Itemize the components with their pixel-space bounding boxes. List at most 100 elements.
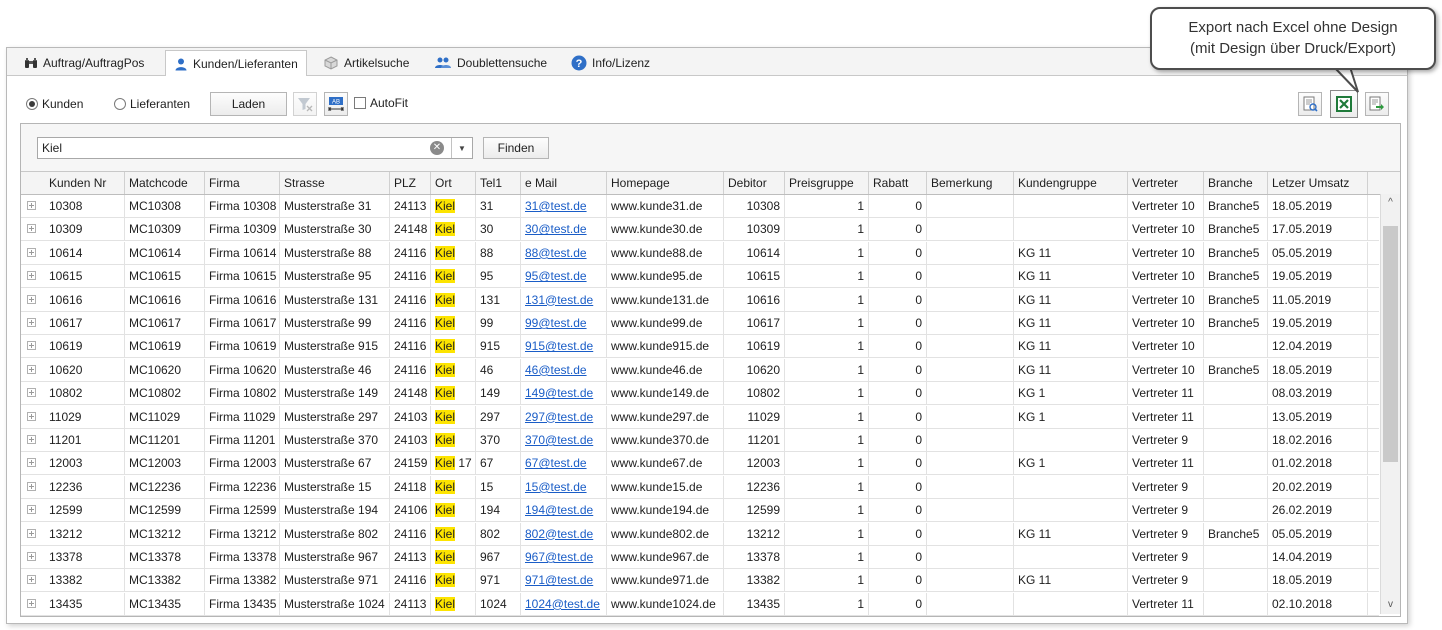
- table-row[interactable]: 13212 MC13212 Firma 13212 Musterstraße 802 2…: [21, 522, 1379, 546]
- column-header[interactable]: Kunden Nr: [45, 172, 125, 194]
- email-link[interactable]: 30@test.de: [525, 222, 587, 236]
- table-row[interactable]: 11201 MC11201 Firma 11201 Musterstraße 370 2…: [21, 429, 1379, 452]
- expand-row-icon[interactable]: [27, 528, 36, 538]
- table-row[interactable]: 13382 MC13382 Firma 13382 Musterstraße 971 2…: [21, 569, 1379, 593]
- expand-row-icon[interactable]: [27, 411, 36, 421]
- email-link[interactable]: 370@test.de: [525, 433, 593, 447]
- table-cell: 24103: [390, 405, 431, 428]
- expand-row-icon[interactable]: [27, 364, 36, 374]
- table-row[interactable]: 10309 MC10309 Firma 10309 Musterstraße 30 24…: [21, 218, 1379, 242]
- table-row[interactable]: 11029 MC11029 Firma 11029 Musterstraße 297 2…: [21, 405, 1379, 429]
- search-input[interactable]: [38, 140, 434, 156]
- column-header[interactable]: Rabatt: [869, 172, 927, 194]
- table-row[interactable]: 10802 MC10802 Firma 10802 Musterstraße 149 2…: [21, 382, 1379, 406]
- tab-doublettensuche[interactable]: Doublettensuche: [425, 50, 556, 74]
- email-link[interactable]: 31@test.de: [525, 199, 587, 213]
- email-link[interactable]: 194@test.de: [525, 503, 593, 517]
- autofit-checkbox[interactable]: AutoFit: [354, 96, 408, 110]
- column-header[interactable]: Matchcode: [125, 172, 205, 194]
- scroll-down-icon[interactable]: v: [1381, 596, 1400, 614]
- column-header[interactable]: Ort: [431, 172, 476, 194]
- column-header[interactable]: Letzer Umsatz: [1268, 172, 1368, 194]
- column-header[interactable]: PLZ: [390, 172, 431, 194]
- scroll-up-icon[interactable]: ^: [1381, 194, 1400, 212]
- load-button[interactable]: Laden: [210, 92, 287, 116]
- expand-row-icon[interactable]: [27, 598, 36, 608]
- expand-row-icon[interactable]: [27, 552, 36, 561]
- email-link[interactable]: 971@test.de: [525, 573, 593, 587]
- tab-info[interactable]: ? Info/Lizenz: [562, 50, 659, 74]
- search-history-dropdown[interactable]: ▼: [451, 138, 472, 158]
- email-link[interactable]: 149@test.de: [525, 386, 593, 400]
- tab-auftrag[interactable]: Auftrag/AuftragPos: [15, 50, 153, 74]
- email-link[interactable]: 131@test.de: [525, 293, 593, 307]
- column-header[interactable]: Preisgruppe: [785, 172, 869, 194]
- tab-kunden[interactable]: Kunden/Lieferanten: [165, 50, 307, 76]
- table-row[interactable]: 12599 MC12599 Firma 12599 Musterstraße 194 2…: [21, 499, 1379, 523]
- email-link[interactable]: 99@test.de: [525, 316, 587, 330]
- email-link[interactable]: 802@test.de: [525, 527, 593, 541]
- column-header[interactable]: Homepage: [607, 172, 724, 194]
- vertical-scrollbar[interactable]: ^ v: [1380, 194, 1400, 614]
- autofit-columns-button[interactable]: AB: [324, 92, 348, 116]
- email-link[interactable]: 46@test.de: [525, 363, 587, 377]
- expand-row-icon[interactable]: [27, 505, 36, 515]
- clear-search-icon[interactable]: ✕: [430, 141, 444, 155]
- radio-kunden-dot[interactable]: [26, 98, 38, 110]
- email-link[interactable]: 915@test.de: [525, 339, 593, 353]
- table-row[interactable]: 10616 MC10616 Firma 10616 Musterstraße 131 2…: [21, 288, 1379, 312]
- table-row[interactable]: 12003 MC12003 Firma 12003 Musterstraße 67 24…: [21, 452, 1379, 476]
- column-header[interactable]: Tel1: [476, 172, 521, 194]
- export-button[interactable]: [1365, 92, 1389, 116]
- email-link[interactable]: 1024@test.de: [525, 597, 600, 611]
- expand-row-icon[interactable]: [27, 575, 36, 585]
- email-link[interactable]: 67@test.de: [525, 456, 587, 470]
- email-link[interactable]: 967@test.de: [525, 550, 593, 564]
- expand-row-icon[interactable]: [27, 388, 36, 398]
- radio-lieferanten-dot[interactable]: [114, 98, 126, 110]
- print-preview-button[interactable]: [1298, 92, 1322, 116]
- table-row[interactable]: 12236 MC12236 Firma 12236 Musterstraße 15 24…: [21, 475, 1379, 499]
- radio-kunden[interactable]: Kunden: [26, 97, 83, 111]
- column-header[interactable]: Bemerkung: [927, 172, 1014, 194]
- column-header[interactable]: Branche: [1204, 172, 1268, 194]
- table-cell: Musterstraße 31: [280, 195, 390, 217]
- email-link[interactable]: 15@test.de: [525, 480, 587, 494]
- clear-filter-button[interactable]: [293, 92, 317, 116]
- search-box[interactable]: ✕ ▼: [37, 137, 473, 159]
- column-header[interactable]: Kundengruppe: [1014, 172, 1128, 194]
- column-header[interactable]: Vertreter: [1128, 172, 1204, 194]
- radio-lieferanten[interactable]: Lieferanten: [114, 97, 190, 111]
- expand-row-icon[interactable]: [27, 435, 36, 444]
- expand-row-icon[interactable]: [27, 201, 36, 210]
- table-row[interactable]: 10614 MC10614 Firma 10614 Musterstraße 88 24…: [21, 241, 1379, 265]
- scroll-thumb[interactable]: [1383, 226, 1398, 462]
- table-row[interactable]: 10615 MC10615 Firma 10615 Musterstraße 95 24…: [21, 265, 1379, 289]
- expand-row-icon[interactable]: [27, 458, 36, 468]
- table-cell: 11.05.2019: [1268, 288, 1368, 311]
- table-row[interactable]: 10617 MC10617 Firma 10617 Musterstraße 99 24…: [21, 312, 1379, 335]
- table-row[interactable]: 10619 MC10619 Firma 10619 Musterstraße 915 2…: [21, 335, 1379, 359]
- table-row[interactable]: 10308 MC10308 Firma 10308 Musterstraße 31 24…: [21, 195, 1379, 218]
- expand-row-icon[interactable]: [27, 224, 36, 234]
- email-link[interactable]: 95@test.de: [525, 269, 587, 283]
- column-header[interactable]: Debitor: [724, 172, 785, 194]
- table-row[interactable]: 13378 MC13378 Firma 13378 Musterstraße 967 2…: [21, 546, 1379, 569]
- expand-row-icon[interactable]: [27, 341, 36, 351]
- column-header[interactable]: Strasse: [280, 172, 390, 194]
- email-link[interactable]: 88@test.de: [525, 246, 587, 260]
- column-header[interactable]: Firma: [205, 172, 280, 194]
- tab-artikelsuche[interactable]: Artikelsuche: [314, 50, 418, 74]
- column-header[interactable]: e Mail: [521, 172, 607, 194]
- expand-row-icon[interactable]: [27, 481, 36, 491]
- table-cell: Vertreter 9: [1128, 475, 1204, 498]
- expand-row-icon[interactable]: [27, 271, 36, 281]
- expand-row-icon[interactable]: [27, 318, 36, 327]
- autofit-checkbox-box[interactable]: [354, 97, 366, 109]
- expand-row-icon[interactable]: [27, 294, 36, 304]
- expand-row-icon[interactable]: [27, 247, 36, 257]
- find-button[interactable]: Finden: [483, 137, 549, 159]
- table-row[interactable]: 10620 MC10620 Firma 10620 Musterstraße 46 24…: [21, 358, 1379, 382]
- table-row[interactable]: 13435 MC13435 Firma 13435 Musterstraße 1024…: [21, 592, 1379, 616]
- email-link[interactable]: 297@test.de: [525, 410, 593, 424]
